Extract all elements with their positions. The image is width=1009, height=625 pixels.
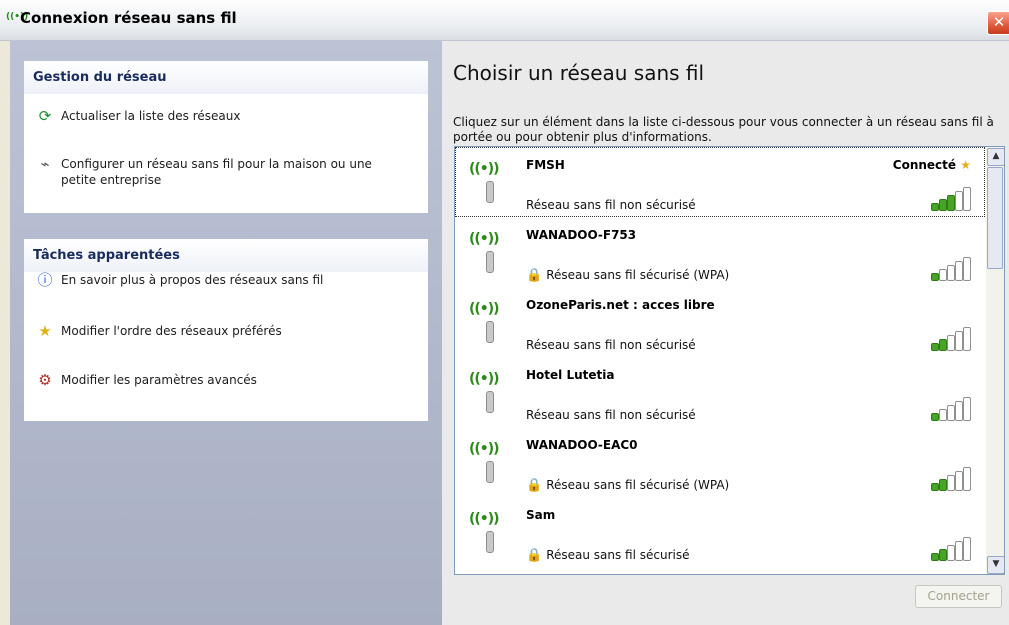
- signal-bar: [931, 343, 939, 351]
- learn-about-wireless-link[interactable]: ⓘ En savoir plus à propos des réseaux san…: [36, 272, 323, 288]
- wireless-antenna-icon: ((•)): [469, 231, 500, 273]
- signal-strength-icon: [931, 467, 971, 491]
- window-title: Connexion réseau sans fil: [20, 9, 237, 27]
- instructions-text: Cliquez sur un élément dans la liste ci-…: [453, 115, 994, 144]
- setup-wireless-network-link[interactable]: ⌁ Configurer un réseau sans fil pour la m…: [36, 156, 416, 188]
- network-name: WANADOO-EAC0: [526, 438, 638, 452]
- signal-bar: [947, 265, 955, 281]
- network-security: 🔒 Réseau sans fil sécurisé (WPA): [526, 268, 730, 283]
- signal-bar: [931, 553, 939, 561]
- left-task-pane: Gestion du réseau ⟳ Actualiser la liste d…: [10, 41, 442, 625]
- signal-strength-icon: [931, 257, 971, 281]
- settings-icon: ⚙: [38, 371, 52, 389]
- signal-bar: [939, 339, 947, 351]
- wireless-antenna-icon: ((•)): [469, 371, 500, 413]
- signal-strength-icon: [931, 397, 971, 421]
- lock-icon: 🔒: [526, 548, 543, 563]
- signal-bar: [939, 549, 947, 561]
- network-item[interactable]: ((•)) WANADOO-F753 🔒 Réseau sans fil sécu…: [455, 217, 985, 287]
- related-tasks-panel: Tâches apparentées ⓘ En savoir plus à pro…: [24, 239, 428, 421]
- wireless-antenna-icon: ((•)): [469, 161, 500, 203]
- signal-bar: [947, 545, 955, 561]
- network-security: Réseau sans fil non sécurisé: [526, 198, 696, 212]
- signal-strength-icon: [931, 327, 971, 351]
- star-icon: ★: [960, 158, 971, 172]
- refresh-icon: ⟳: [38, 107, 52, 125]
- signal-bar: [939, 269, 947, 281]
- lock-icon: 🔒: [526, 268, 543, 283]
- network-security: Réseau sans fil non sécurisé: [526, 338, 696, 352]
- signal-bar: [955, 331, 963, 351]
- signal-strength-icon: [931, 537, 971, 561]
- advanced-settings-link[interactable]: ⚙ Modifier les paramètres avancés: [36, 372, 257, 388]
- signal-bar: [939, 409, 947, 421]
- wireless-setup-icon: ⌁: [40, 155, 50, 173]
- info-icon: ⓘ: [37, 271, 53, 289]
- signal-bar: [939, 199, 947, 211]
- network-name: Hotel Lutetia: [526, 368, 615, 382]
- signal-bar: [931, 203, 939, 211]
- signal-bar: [939, 479, 947, 491]
- network-item[interactable]: ((•)) FMSH Connecté ★ Réseau sans fil no…: [455, 147, 985, 217]
- network-tasks-panel: Gestion du réseau ⟳ Actualiser la liste d…: [24, 61, 428, 213]
- network-name: WANADOO-F753: [526, 228, 637, 242]
- signal-bar: [963, 537, 971, 561]
- network-item[interactable]: ((•)) WANADOO-EAC0 🔒 Réseau sans fil sécu…: [455, 427, 985, 497]
- signal-bar: [955, 541, 963, 561]
- scroll-down-button[interactable]: ▼: [987, 556, 1004, 574]
- related-tasks-heading: Tâches apparentées: [24, 239, 428, 272]
- main-pane: Choisir un réseau sans fil Cliquez sur u…: [442, 41, 1009, 625]
- connection-status: Connecté ★: [892, 158, 971, 172]
- scroll-up-button[interactable]: ▲: [987, 148, 1004, 166]
- wireless-antenna-icon: ((•)): [469, 511, 500, 553]
- network-item[interactable]: ((•)) Sam 🔒 Réseau sans fil sécurisé: [455, 497, 985, 567]
- network-list[interactable]: ((•)) FMSH Connecté ★ Réseau sans fil no…: [454, 146, 1005, 575]
- network-name: OzoneParis.net : acces libre: [526, 298, 715, 312]
- signal-bar: [963, 327, 971, 351]
- title-bar: ((•)) Connexion réseau sans fil ✕: [0, 0, 1009, 41]
- network-name: Sam: [526, 508, 556, 522]
- signal-bar: [931, 273, 939, 281]
- network-tasks-heading: Gestion du réseau: [24, 61, 428, 94]
- lock-icon: 🔒: [526, 478, 543, 493]
- star-icon: ★: [38, 322, 52, 340]
- wireless-antenna-icon: ((•)): [469, 301, 500, 343]
- network-security: 🔒 Réseau sans fil sécurisé (WPA): [526, 478, 730, 493]
- signal-bar: [963, 257, 971, 281]
- close-button[interactable]: ✕: [987, 11, 1009, 35]
- signal-bar: [947, 195, 955, 211]
- refresh-network-list-link[interactable]: ⟳ Actualiser la liste des réseaux: [36, 107, 241, 125]
- network-security: 🔒 Réseau sans fil sécurisé: [526, 548, 690, 563]
- wireless-antenna-icon: ((•)): [469, 441, 500, 483]
- signal-bar: [931, 483, 939, 491]
- signal-bar: [955, 191, 963, 211]
- signal-bar: [955, 401, 963, 421]
- signal-strength-icon: [931, 187, 971, 211]
- scroll-thumb[interactable]: [987, 167, 1003, 269]
- network-item[interactable]: ((•)) OzoneParis.net : acces libre Résea…: [455, 287, 985, 357]
- signal-bar: [947, 405, 955, 421]
- page-title: Choisir un réseau sans fil: [453, 61, 705, 85]
- signal-bar: [963, 397, 971, 421]
- signal-bar: [947, 475, 955, 491]
- signal-bar: [955, 471, 963, 491]
- network-item[interactable]: ((•)) Hotel Lutetia Réseau sans fil non …: [455, 357, 985, 427]
- signal-bar: [963, 187, 971, 211]
- scrollbar[interactable]: ▲ ▼: [986, 147, 1004, 574]
- signal-bar: [931, 413, 939, 421]
- network-security: Réseau sans fil non sécurisé: [526, 408, 696, 422]
- signal-bar: [947, 335, 955, 351]
- change-preferred-order-link[interactable]: ★ Modifier l'ordre des réseaux préférés: [36, 322, 281, 340]
- connect-button[interactable]: Connecter: [915, 585, 1002, 608]
- network-name: FMSH: [526, 158, 565, 172]
- signal-bar: [963, 467, 971, 491]
- signal-bar: [955, 261, 963, 281]
